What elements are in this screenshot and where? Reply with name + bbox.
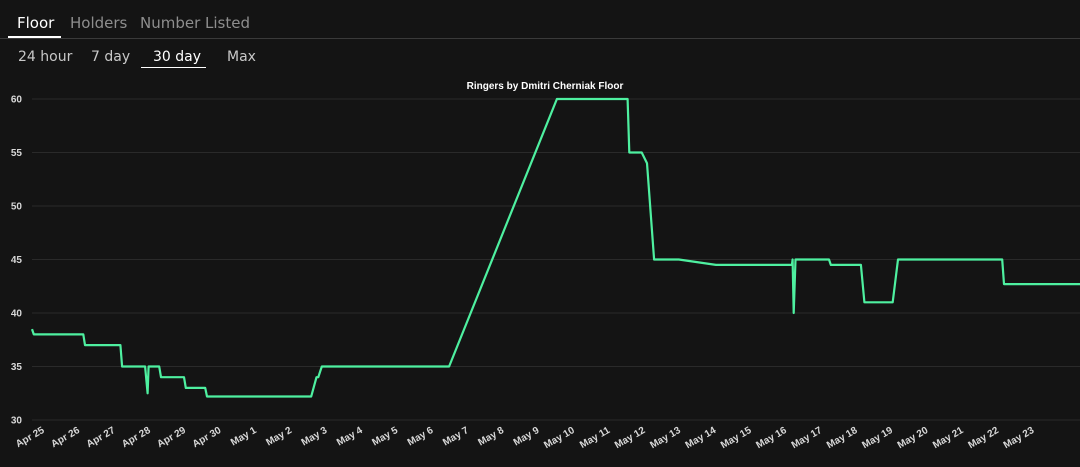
- x-tick-label: May 9: [512, 425, 542, 449]
- x-tick-label: Apr 26: [49, 425, 82, 450]
- x-tick-label: May 14: [684, 425, 719, 451]
- y-tick-label: 30: [11, 416, 23, 427]
- x-tick-label: May 15: [719, 425, 754, 451]
- x-tick-label: May 13: [648, 425, 683, 451]
- floor-price-chart: Ringers by Dmitri Cherniak Floor 30 35 40 4…: [11, 81, 1080, 451]
- y-tick-label: 60: [11, 95, 23, 106]
- x-tick-label: May 8: [476, 425, 506, 449]
- chart-title: Ringers by Dmitri Cherniak Floor: [467, 81, 624, 92]
- x-tick-label: May 10: [542, 425, 577, 451]
- x-tick-label: May 16: [754, 425, 789, 451]
- y-tick-label: 35: [11, 362, 23, 373]
- x-tick-label: May 23: [1002, 425, 1037, 451]
- x-tick-label: May 5: [370, 425, 400, 449]
- x-tick-label: May 19: [860, 425, 895, 451]
- x-tick-label: Apr 29: [155, 425, 188, 450]
- x-tick-label: May 3: [300, 425, 330, 449]
- x-tick-label: Apr 27: [85, 425, 118, 450]
- x-tick-label: Apr 30: [191, 425, 224, 450]
- x-tick-label: May 17: [790, 425, 825, 451]
- y-tick-label: 50: [11, 202, 23, 213]
- x-tick-label: May 18: [825, 425, 860, 451]
- y-tick-label: 55: [11, 148, 23, 159]
- x-tick-label: Apr 25: [14, 425, 47, 450]
- y-tick-label: 45: [11, 255, 23, 266]
- x-tick-label: May 2: [264, 425, 294, 449]
- x-tick-label: May 12: [613, 425, 648, 451]
- x-tick-label: May 4: [335, 425, 365, 449]
- x-tick-label: May 6: [406, 425, 436, 449]
- x-tick-label: May 20: [896, 425, 931, 451]
- x-tick-label: May 21: [931, 425, 966, 451]
- x-tick-label: May 22: [966, 425, 1001, 451]
- floor-price-line: [30, 97, 1080, 398]
- x-tick-label: May 7: [441, 425, 471, 449]
- x-tick-label: Apr 28: [120, 425, 153, 450]
- x-tick-label: May 1: [229, 425, 259, 449]
- x-tick-label: May 11: [578, 425, 612, 451]
- y-tick-label: 40: [11, 309, 23, 320]
